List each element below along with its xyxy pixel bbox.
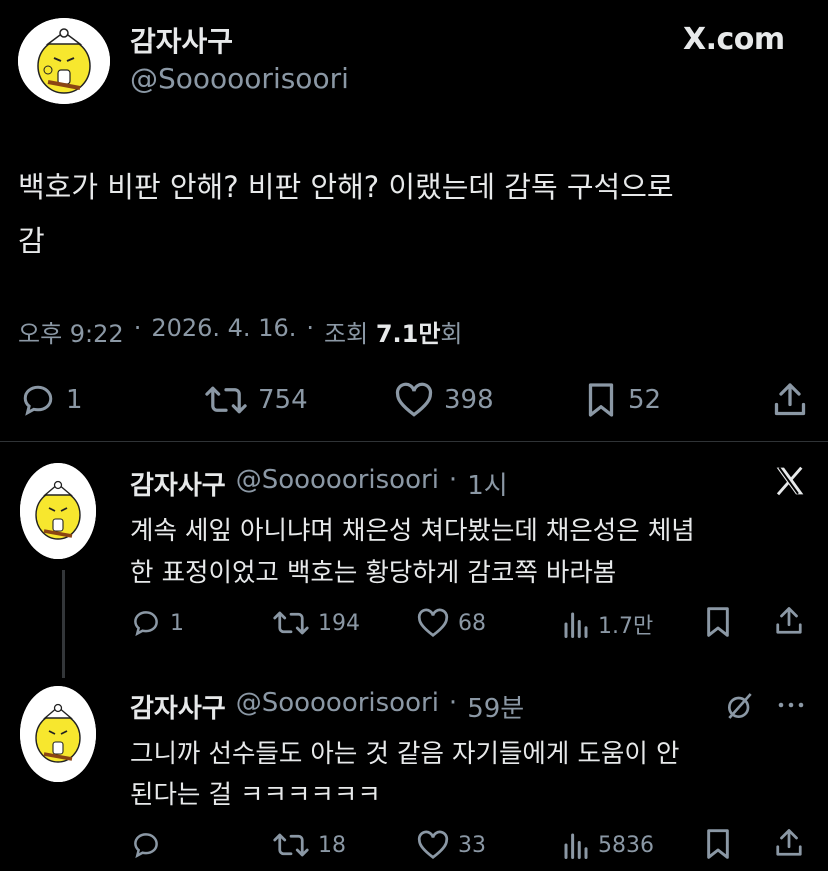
retweet-icon <box>272 608 310 638</box>
retweet-button[interactable]: 18 <box>272 830 346 860</box>
like-count: 33 <box>458 832 486 858</box>
like-button[interactable]: 398 <box>394 382 494 418</box>
tweet-date[interactable]: 2026. 4. 16. <box>151 314 296 349</box>
reply-button[interactable]: 1 <box>130 608 184 638</box>
heart-icon <box>416 608 450 638</box>
share-button[interactable] <box>774 826 804 860</box>
views-count[interactable]: 조회 7.1만회 <box>324 314 463 349</box>
bookmark-button[interactable] <box>704 606 732 638</box>
author-handle[interactable]: @Sooooorisoori <box>130 62 349 95</box>
reply-header: 감자사구 @Sooooorisoori · 1시 <box>130 465 508 502</box>
author-display-name[interactable]: 감자사구 <box>130 688 226 725</box>
speech-bubble-icon <box>130 830 162 860</box>
tweet-time[interactable]: 59분 <box>467 688 524 725</box>
author-display-name[interactable]: 감자사구 <box>130 20 233 60</box>
tweet-time[interactable]: 1시 <box>467 465 507 502</box>
like-count: 68 <box>458 610 486 636</box>
bookmark-icon <box>584 382 618 418</box>
views-count: 1.7만 <box>598 614 654 639</box>
bookmark-icon <box>704 606 732 638</box>
views-label: 조회 <box>324 320 369 348</box>
views-value: 7.1만 <box>375 320 441 348</box>
avatar[interactable] <box>18 18 110 104</box>
share-icon <box>774 826 804 860</box>
bookmark-count: 52 <box>628 385 662 415</box>
grok-icon[interactable] <box>724 690 756 722</box>
views-button[interactable]: 1.7만 <box>562 608 653 640</box>
speech-bubble-icon <box>20 382 56 418</box>
retweet-button[interactable]: 194 <box>272 608 360 638</box>
share-icon <box>774 604 804 638</box>
tweet-text-line: 계속 세잎 아니냐며 채은성 쳐다봤는데 채은성은 체념 <box>130 516 695 546</box>
retweet-count: 18 <box>318 832 346 858</box>
views-count: 5836 <box>598 832 654 858</box>
speech-bubble-icon <box>130 608 162 638</box>
share-button[interactable] <box>772 380 808 420</box>
heart-icon <box>416 830 450 860</box>
meta-separator: · <box>448 688 458 718</box>
tweet-text-line: 백호가 비판 안해? 비판 안해? 이랬는데 감독 구석으로 <box>18 170 674 204</box>
views-suffix: 회 <box>440 320 463 348</box>
tweet-time[interactable]: 오후 9:22 <box>18 314 124 349</box>
reply-button[interactable] <box>130 830 170 860</box>
bar-chart-icon <box>562 830 590 860</box>
x-logo-icon <box>774 466 806 496</box>
reply-button[interactable]: 1 <box>20 382 83 418</box>
meta-separator: · <box>448 465 458 495</box>
reply-header: 감자사구 @Sooooorisoori · 59분 <box>130 688 524 725</box>
author-display-name[interactable]: 감자사구 <box>130 465 226 502</box>
reply-count: 1 <box>170 610 184 636</box>
avatar[interactable] <box>20 686 96 782</box>
avatar-potato-character <box>20 686 96 782</box>
avatar-potato-character <box>20 463 96 559</box>
share-icon <box>772 380 808 420</box>
site-logo: X.com <box>683 22 785 57</box>
more-dots-icon[interactable] <box>776 692 806 718</box>
share-button[interactable] <box>774 604 804 638</box>
bookmark-button[interactable]: 52 <box>584 382 661 418</box>
retweet-button[interactable]: 754 <box>204 382 308 418</box>
tweet-text-line: 된다는 걸 ㅋㅋㅋㅋㅋㅋ <box>130 780 381 810</box>
tweet-text-line: 한 표정이었고 백호는 황당하게 감코쪽 바라봄 <box>130 558 617 588</box>
tweet-text-line: 그니까 선수들도 아는 것 같음 자기들에게 도움이 안 <box>130 739 680 769</box>
retweet-icon <box>204 382 248 418</box>
avatar[interactable] <box>20 463 96 559</box>
bar-chart-icon <box>562 609 590 639</box>
retweet-count: 754 <box>258 385 308 415</box>
retweet-count: 194 <box>318 610 360 636</box>
like-button[interactable]: 68 <box>416 608 486 638</box>
views-button[interactable]: 5836 <box>562 830 654 860</box>
author-handle[interactable]: @Sooooorisoori <box>236 688 439 725</box>
meta-separator: · <box>306 314 314 342</box>
divider <box>0 441 828 442</box>
tweet-meta: 오후 9:22 · 2026. 4. 16. · 조회 7.1만회 <box>18 314 463 349</box>
like-button[interactable]: 33 <box>416 830 486 860</box>
avatar-potato-character <box>18 18 110 104</box>
heart-icon <box>394 382 434 418</box>
meta-separator: · <box>133 314 142 342</box>
reply-count: 1 <box>66 385 83 415</box>
thread-connector-line <box>62 570 65 678</box>
like-count: 398 <box>444 385 494 415</box>
tweet-text-line: 감 <box>18 224 45 258</box>
author-handle[interactable]: @Sooooorisoori <box>236 465 439 502</box>
retweet-icon <box>272 830 310 860</box>
bookmark-button[interactable] <box>704 828 732 860</box>
bookmark-icon <box>704 828 732 860</box>
